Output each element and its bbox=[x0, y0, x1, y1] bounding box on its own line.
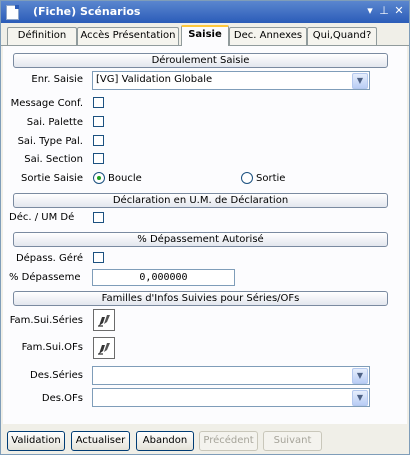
chevron-down-icon[interactable]: ▼ bbox=[352, 390, 368, 406]
title-bar: (Fiche) Scénarios ▾ ⊥ ✕ bbox=[1, 1, 409, 23]
dropdown-icon[interactable]: ▾ bbox=[363, 4, 377, 18]
tab-acces-presentation[interactable]: Accès Présentation bbox=[77, 27, 179, 45]
section-deroulement-saisie: Déroulement Saisie bbox=[13, 53, 388, 68]
precedent-button[interactable]: Précédent bbox=[199, 431, 258, 451]
pct-depassement-label: % Dépasseme bbox=[9, 272, 81, 283]
sai-palette-checkbox[interactable] bbox=[93, 116, 104, 127]
tab-dec-annexes[interactable]: Dec. Annexes bbox=[229, 27, 307, 45]
suivant-button[interactable]: Suivant bbox=[263, 431, 322, 451]
depass-gere-label: Dépass. Géré bbox=[15, 253, 83, 264]
message-conf-checkbox[interactable] bbox=[93, 97, 104, 108]
des-series-label: Des.Séries bbox=[30, 370, 83, 381]
radio-sortie-label: Sortie bbox=[256, 173, 286, 184]
radio-boucle[interactable] bbox=[93, 172, 105, 184]
pct-depassement-input[interactable]: 0,000000 bbox=[92, 269, 235, 286]
dec-um-checkbox[interactable] bbox=[93, 212, 104, 223]
tab-definition[interactable]: Définition bbox=[7, 27, 77, 45]
chevron-down-icon[interactable]: ▼ bbox=[352, 368, 368, 384]
enr-saisie-value: [VG] Validation Globale bbox=[96, 74, 213, 85]
pin-icon[interactable]: ⊥ bbox=[377, 4, 391, 18]
family-edit-icon bbox=[98, 343, 110, 355]
saisie-panel: Déroulement Saisie Enr. Saisie [VG] Vali… bbox=[3, 46, 407, 424]
family-edit-icon bbox=[98, 315, 110, 327]
button-bar: Validation Actualiser Abandon Précédent … bbox=[1, 426, 409, 454]
fam-sui-series-button[interactable] bbox=[93, 309, 115, 331]
sai-type-pal-label: Sai. Type Pal. bbox=[17, 136, 83, 147]
depass-gere-checkbox[interactable] bbox=[93, 252, 104, 263]
fam-sui-ofs-button[interactable] bbox=[93, 337, 115, 359]
des-ofs-select[interactable]: ▼ bbox=[92, 388, 370, 407]
des-series-select[interactable]: ▼ bbox=[92, 366, 370, 385]
des-ofs-label: Des.OFs bbox=[41, 393, 83, 404]
enr-saisie-label: Enr. Saisie bbox=[31, 74, 83, 85]
fam-sui-series-label: Fam.Sui.Séries bbox=[9, 315, 83, 326]
sai-section-checkbox[interactable] bbox=[93, 153, 104, 164]
tab-qui-quand[interactable]: Qui,Quand? bbox=[307, 27, 377, 45]
fam-sui-ofs-label: Fam.Sui.OFs bbox=[21, 342, 83, 353]
tab-saisie[interactable]: Saisie bbox=[181, 25, 229, 47]
message-conf-label: Message Conf. bbox=[10, 98, 83, 109]
tab-strip: Définition Accès Présentation Saisie Dec… bbox=[1, 23, 409, 47]
radio-boucle-label: Boucle bbox=[108, 173, 142, 184]
sai-palette-label: Sai. Palette bbox=[26, 117, 83, 128]
chevron-down-icon[interactable]: ▼ bbox=[352, 73, 368, 89]
sortie-saisie-label: Sortie Saisie bbox=[20, 173, 83, 184]
abandon-button[interactable]: Abandon bbox=[136, 431, 194, 451]
close-icon[interactable]: ✕ bbox=[392, 4, 406, 18]
document-icon bbox=[6, 5, 19, 20]
section-familles-infos: Familles d'Infos Suivies pour Séries/OFs bbox=[13, 291, 388, 306]
actualiser-button[interactable]: Actualiser bbox=[71, 431, 130, 451]
radio-sortie[interactable] bbox=[241, 172, 253, 184]
validation-button[interactable]: Validation bbox=[7, 431, 65, 451]
sai-type-pal-checkbox[interactable] bbox=[93, 135, 104, 146]
window-title: (Fiche) Scénarios bbox=[33, 5, 141, 18]
scenarios-window: (Fiche) Scénarios ▾ ⊥ ✕ Définition Accès… bbox=[0, 0, 410, 455]
enr-saisie-select[interactable]: [VG] Validation Globale ▼ bbox=[92, 71, 370, 90]
section-declaration-um: Déclaration en U.M. de Déclaration bbox=[13, 193, 388, 208]
sai-section-label: Sai. Section bbox=[24, 154, 83, 165]
section-depassement-autorise: % Dépassement Autorisé bbox=[13, 232, 388, 247]
dec-um-label: Déc. / UM Dé bbox=[9, 212, 75, 223]
